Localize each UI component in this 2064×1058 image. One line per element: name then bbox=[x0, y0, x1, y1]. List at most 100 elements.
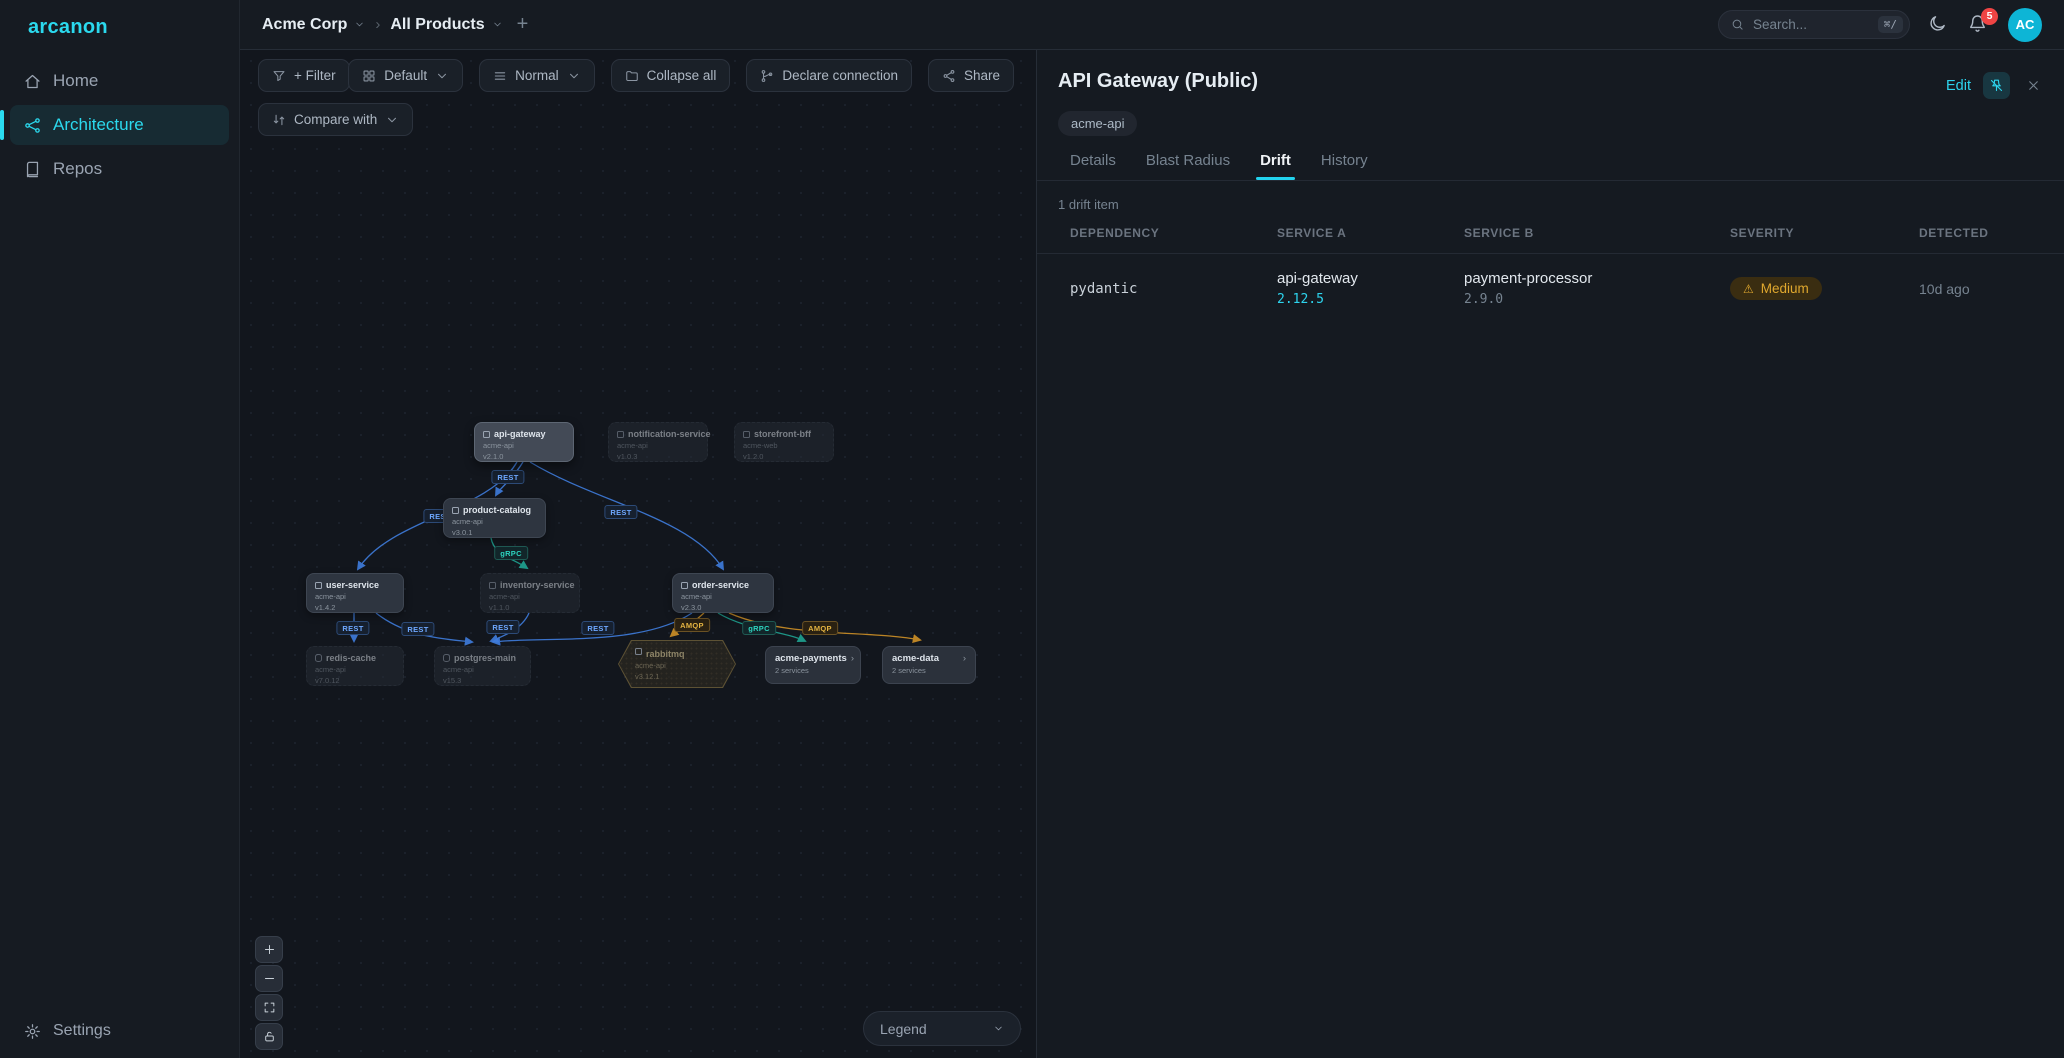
graph-canvas[interactable]: + Filter Default Normal Collapse all Dec… bbox=[240, 50, 1036, 1058]
node-redis-cache[interactable]: redis-cacheacme-apiv7.0.12 bbox=[306, 646, 404, 686]
funnel-icon bbox=[272, 69, 286, 83]
detected-cell: 10d ago bbox=[1919, 281, 2040, 297]
chevron-down-icon bbox=[567, 69, 581, 83]
compare-icon bbox=[272, 113, 286, 127]
sidebar-item-repos[interactable]: Repos bbox=[10, 149, 229, 189]
column-header: SEVERITY bbox=[1730, 226, 1919, 240]
column-header: SERVICE A bbox=[1277, 226, 1464, 240]
severity-badge: ⚠Medium bbox=[1730, 277, 1822, 300]
pin-off-icon bbox=[1989, 78, 2004, 93]
drift-summary: 1 drift item bbox=[1058, 197, 2064, 212]
node-acme-payments[interactable]: acme-payments›2 services bbox=[765, 646, 861, 684]
app-logo[interactable]: arcanon bbox=[0, 0, 239, 57]
share-button[interactable]: Share bbox=[928, 59, 1014, 92]
chevron-right-icon: › bbox=[851, 653, 854, 665]
legend-label: Legend bbox=[880, 1021, 927, 1037]
sidebar-item-settings[interactable]: Settings bbox=[0, 1004, 239, 1058]
drift-table-row[interactable]: pydanticapi-gateway2.12.5payment-process… bbox=[1037, 254, 2064, 325]
chevron-down-icon bbox=[993, 1023, 1004, 1034]
sidebar-settings-label: Settings bbox=[53, 1022, 111, 1040]
breadcrumb-org[interactable]: Acme Corp bbox=[262, 16, 365, 34]
search-input[interactable]: ⌘/ bbox=[1718, 10, 1910, 39]
chevron-down-icon bbox=[354, 19, 365, 30]
breadcrumb-separator-icon: › bbox=[375, 16, 380, 33]
share-label: Share bbox=[964, 68, 1000, 83]
service-icon bbox=[743, 431, 750, 438]
declare-connection-button[interactable]: Declare connection bbox=[746, 59, 912, 92]
rows-icon bbox=[493, 69, 507, 83]
node-postgres-main[interactable]: postgres-mainacme-apiv15.3 bbox=[434, 646, 531, 686]
notifications-button[interactable]: 5 bbox=[1968, 14, 1990, 36]
chevron-right-icon: › bbox=[963, 653, 966, 665]
node-user-service[interactable]: user-serviceacme-apiv1.4.2 bbox=[306, 573, 404, 613]
node-order-service[interactable]: order-serviceacme-apiv2.3.0 bbox=[672, 573, 774, 613]
column-header: DETECTED bbox=[1919, 226, 2040, 240]
graph-edges bbox=[240, 50, 1036, 1058]
node-inventory-service[interactable]: inventory-serviceacme-apiv1.1.0 bbox=[480, 573, 580, 613]
service-icon bbox=[483, 431, 490, 438]
zoom-out-button[interactable] bbox=[255, 965, 283, 992]
tab-blast-radius[interactable]: Blast Radius bbox=[1146, 152, 1230, 180]
layout-label: Default bbox=[384, 68, 427, 83]
node-acme-data[interactable]: acme-data›2 services bbox=[882, 646, 976, 684]
lock-open-icon bbox=[263, 1030, 276, 1043]
mode-select[interactable]: Normal bbox=[479, 59, 595, 92]
collapse-all-button[interactable]: Collapse all bbox=[611, 59, 731, 92]
breadcrumb-product[interactable]: All Products bbox=[390, 16, 502, 34]
chevron-down-icon bbox=[385, 113, 399, 127]
breadcrumb: Acme Corp › All Products + bbox=[262, 13, 532, 36]
grid-icon bbox=[362, 69, 376, 83]
edge-label-amqp: AMQP bbox=[674, 618, 710, 632]
layout-select[interactable]: Default bbox=[348, 59, 463, 92]
edge-label-rest: REST bbox=[604, 505, 637, 519]
edit-button[interactable]: Edit bbox=[1946, 78, 1971, 94]
avatar[interactable]: AC bbox=[2008, 8, 2042, 42]
compare-with-label: Compare with bbox=[294, 112, 377, 127]
warning-icon: ⚠ bbox=[1743, 283, 1754, 295]
node-rabbitmq[interactable]: rabbitmqacme-apiv3.12.1 bbox=[618, 640, 736, 688]
service-icon bbox=[617, 431, 624, 438]
sidebar-nav: Home Architecture Repos bbox=[0, 61, 239, 189]
node-api-gateway[interactable]: api-gatewayacme-apiv2.1.0 bbox=[474, 422, 574, 462]
edge-label-rest: REST bbox=[581, 621, 614, 635]
moon-icon bbox=[1928, 14, 1947, 33]
sidebar-item-label: Home bbox=[53, 71, 98, 91]
close-panel-button[interactable] bbox=[2022, 75, 2044, 97]
namespace-tag: acme-api bbox=[1058, 111, 1137, 136]
tab-details[interactable]: Details bbox=[1070, 152, 1116, 180]
home-icon bbox=[24, 73, 41, 90]
filter-button[interactable]: + Filter bbox=[258, 59, 350, 92]
add-view-button[interactable]: + bbox=[513, 13, 533, 36]
filter-label: + Filter bbox=[294, 68, 336, 83]
share-icon bbox=[942, 69, 956, 83]
column-header: SERVICE B bbox=[1464, 226, 1730, 240]
lock-button[interactable] bbox=[255, 1023, 283, 1050]
plus-icon bbox=[263, 943, 276, 956]
architecture-icon bbox=[24, 117, 41, 134]
node-notification-service[interactable]: notification-serviceacme-apiv1.0.3 bbox=[608, 422, 708, 462]
topbar-actions: ⌘/ 5 AC bbox=[1718, 8, 2042, 42]
node-storefront-bff[interactable]: storefront-bffacme-webv1.2.0 bbox=[734, 422, 834, 462]
edge-label-grpc: gRPC bbox=[494, 546, 528, 560]
sidebar-item-label: Architecture bbox=[53, 115, 144, 135]
sidebar-item-home[interactable]: Home bbox=[10, 61, 229, 101]
fit-view-button[interactable] bbox=[255, 994, 283, 1021]
tab-drift[interactable]: Drift bbox=[1260, 152, 1291, 180]
unpin-button[interactable] bbox=[1983, 72, 2010, 99]
search-shortcut: ⌘/ bbox=[1878, 16, 1903, 33]
service-b-cell: payment-processor2.9.0 bbox=[1464, 270, 1730, 307]
zoom-in-button[interactable] bbox=[255, 936, 283, 963]
service-icon bbox=[315, 582, 322, 589]
sidebar-item-architecture[interactable]: Architecture bbox=[10, 105, 229, 145]
theme-toggle-button[interactable] bbox=[1928, 14, 1950, 36]
dependency-cell: pydantic bbox=[1070, 281, 1277, 297]
folder-icon bbox=[625, 69, 639, 83]
node-product-catalog[interactable]: product-catalogacme-apiv3.0.1 bbox=[443, 498, 546, 538]
compare-with-button[interactable]: Compare with bbox=[258, 103, 413, 136]
legend-button[interactable]: Legend bbox=[863, 1011, 1021, 1046]
service-icon bbox=[489, 582, 496, 589]
tab-history[interactable]: History bbox=[1321, 152, 1368, 180]
search-field[interactable] bbox=[1753, 17, 1869, 32]
zoom-controls bbox=[255, 936, 283, 1050]
topbar: Acme Corp › All Products + ⌘/ 5 AC bbox=[240, 0, 2064, 50]
